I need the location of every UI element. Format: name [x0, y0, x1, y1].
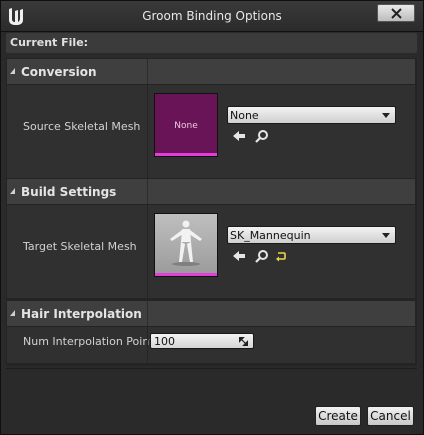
browse-search-icon[interactable] — [255, 129, 269, 143]
window-title: Groom Binding Options — [142, 9, 282, 23]
source-mesh-value: None — [230, 109, 259, 122]
title-bar[interactable]: Groom Binding Options — [1, 1, 423, 32]
chevron-down-icon — [382, 233, 390, 238]
num-interpolation-points-input[interactable]: 100 — [150, 333, 254, 349]
source-skeletal-mesh-label: Source Skeletal Mesh — [23, 120, 141, 133]
source-mesh-dropdown[interactable]: None — [227, 106, 396, 124]
num-interpolation-points-label: Num Interpolation Points — [23, 335, 160, 348]
category-build-settings[interactable]: Build Settings — [7, 179, 415, 204]
thumbnail-text: None — [174, 121, 198, 131]
expand-arrow-icon[interactable] — [10, 188, 15, 194]
category-label: Conversion — [21, 65, 97, 79]
category-label: Hair Interpolation — [21, 307, 142, 321]
category-label: Build Settings — [21, 185, 117, 199]
chevron-down-icon — [382, 113, 390, 118]
source-mesh-thumbnail[interactable]: None — [154, 93, 218, 157]
num-interpolation-points-value: 100 — [154, 335, 175, 348]
target-skeletal-mesh-row: Target Skeletal Mesh SK_Mannequin — [7, 205, 415, 298]
current-file-header: Current File: — [6, 33, 417, 53]
expand-arrow-icon[interactable] — [10, 310, 15, 316]
expand-arrow-icon[interactable] — [10, 68, 15, 74]
current-file-label: Current File: — [10, 36, 89, 49]
target-skeletal-mesh-label: Target Skeletal Mesh — [23, 240, 137, 253]
category-hair-interpolation[interactable]: Hair Interpolation — [7, 301, 415, 326]
details-panel: Conversion Source Skeletal Mesh None Non… — [6, 58, 417, 366]
groom-binding-dialog: Groom Binding Options Current File: Conv… — [0, 0, 424, 435]
source-skeletal-mesh-row: Source Skeletal Mesh None None — [7, 85, 415, 178]
browse-search-icon[interactable] — [255, 249, 269, 263]
use-selected-arrow-icon[interactable] — [232, 129, 246, 143]
cancel-button[interactable]: Cancel — [367, 406, 414, 426]
close-icon — [391, 8, 402, 19]
use-selected-arrow-icon[interactable] — [232, 249, 246, 263]
target-mesh-value: SK_Mannequin — [230, 229, 311, 242]
close-button[interactable] — [377, 4, 415, 22]
spin-drag-icon[interactable] — [239, 337, 248, 346]
target-mesh-thumbnail[interactable] — [154, 213, 218, 277]
create-button[interactable]: Create — [315, 406, 361, 426]
target-mesh-dropdown[interactable]: SK_Mannequin — [227, 226, 396, 244]
num-interpolation-points-row: Num Interpolation Points 100 — [7, 327, 415, 363]
reset-to-default-icon[interactable] — [275, 250, 287, 262]
mannequin-figure-icon — [170, 220, 202, 266]
category-conversion[interactable]: Conversion — [7, 59, 415, 84]
